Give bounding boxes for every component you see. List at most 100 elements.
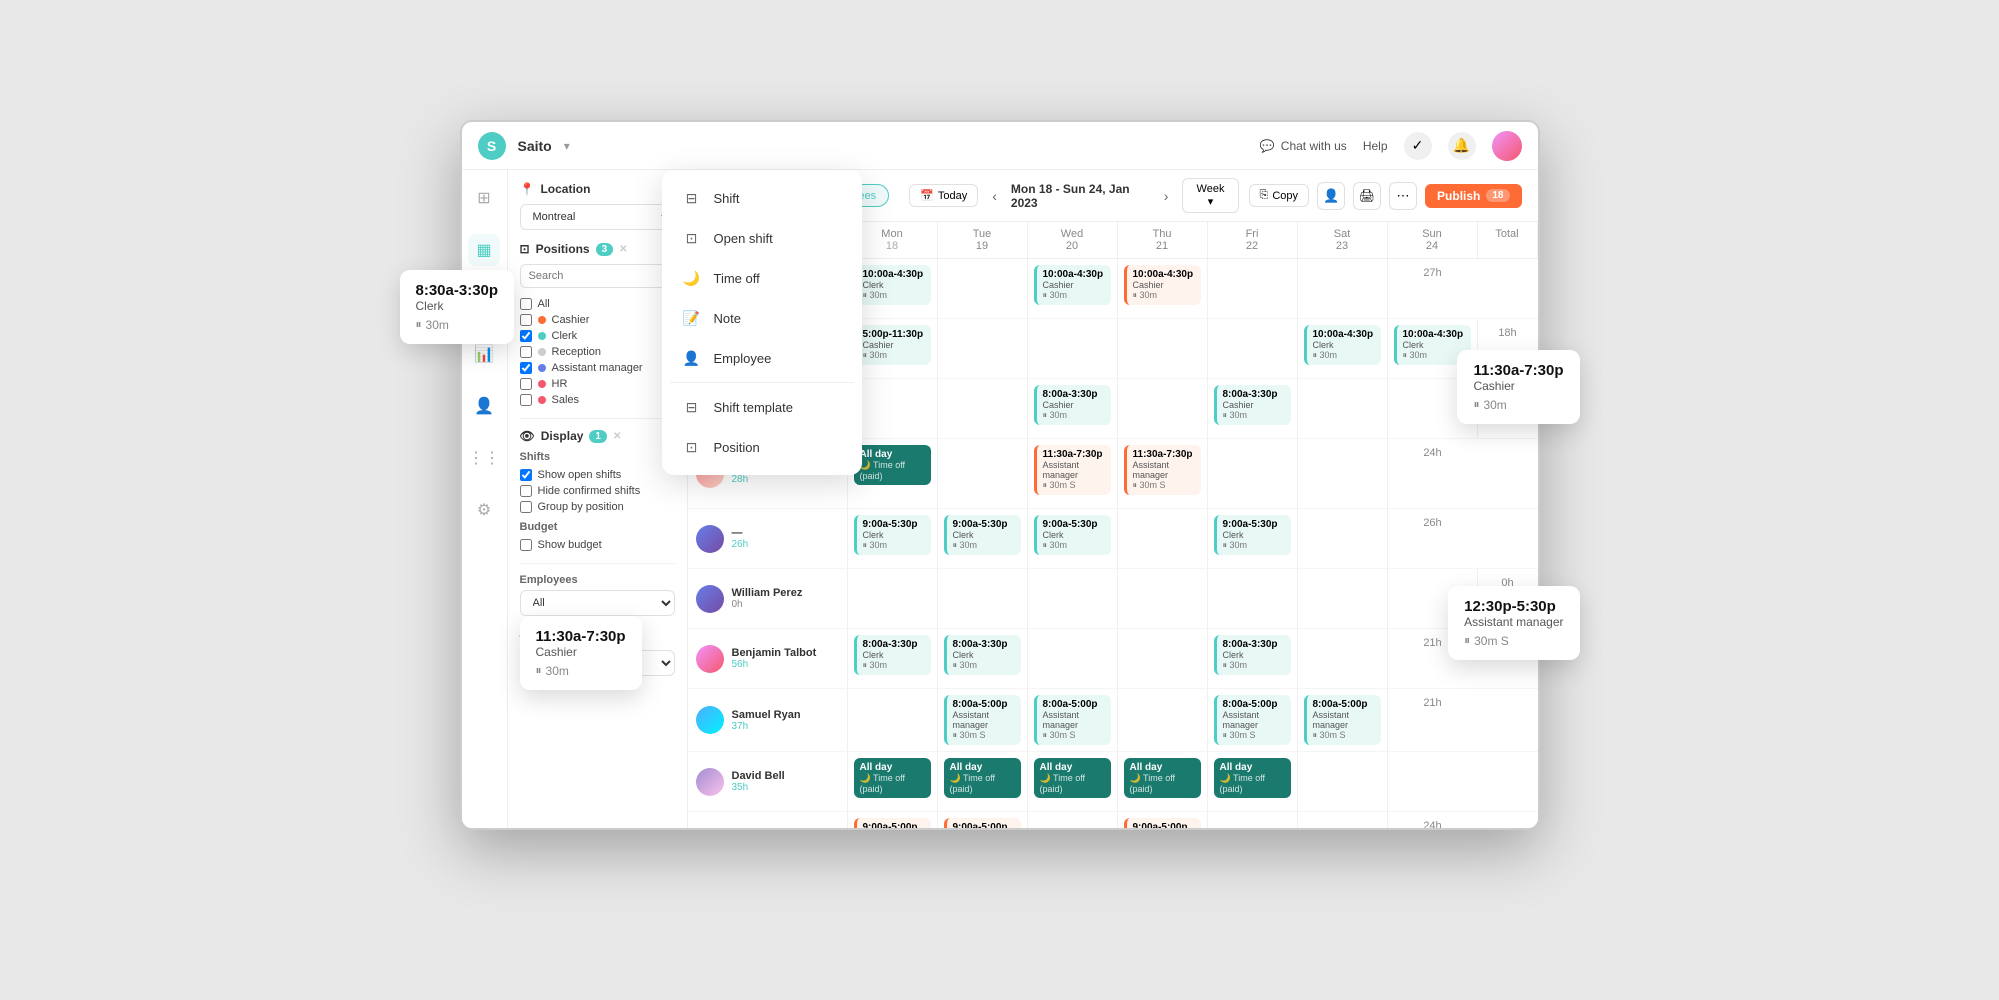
bell-icon-btn[interactable]: 🔔 [1448,132,1476,160]
more-icon-btn[interactable]: ⋯ [1389,182,1417,210]
dropdown-note[interactable]: 📝 Note [688,298,854,338]
sidebar-item-person[interactable]: 👤 [468,390,500,422]
positions-icon: ⊡ [520,242,530,256]
shift-card[interactable]: 9:00a-5:30p Clerk ⏸ 30m [1034,515,1111,555]
chat-button[interactable]: 💬 Chat with us [1260,139,1347,153]
icon-sidebar: ⊞ ▦ 👥 📊 👤 ⋮⋮ ⚙ [462,170,508,828]
show-open-shifts-checkbox[interactable] [520,469,532,481]
header-tue: Tue 19 [938,222,1028,258]
employee-cell: William Perez 0h [688,569,848,628]
shift-card[interactable]: 10:00a-4:30p Cashier ⏸ 30m [1034,265,1111,305]
show-budget[interactable]: Show budget [520,537,675,553]
sidebar-item-home[interactable]: ⊞ [468,182,500,214]
employee-name: William Perez [732,587,839,599]
shift-card[interactable]: 9:00a-5:30p Clerk ⏸ 30m [1214,515,1291,555]
grid-cell: 8:00a-3:30p Clerk ⏸ 30m [938,629,1028,688]
shift-card[interactable]: 11:30a-7:30p Assistant manager ⏸ 30m S [1034,445,1111,495]
positions-section[interactable]: ⊡ Positions 3 ✕ ▾ [520,242,675,256]
grid-cell [938,439,1028,508]
help-button[interactable]: Help [1363,139,1388,153]
dropdown-shift-template[interactable]: ⊟ Shift template [688,387,854,427]
position-sales[interactable]: Sales [520,392,675,408]
prev-week-button[interactable]: ‹ [988,186,1001,206]
position-assistant[interactable]: Assistant manager [520,360,675,376]
calendar-small-icon: 📅 [920,189,934,202]
grid-cell: All day 🌙 Time off (paid) [1208,752,1298,811]
shift-card[interactable]: 8:00a-3:30p Clerk ⏸ 30m [854,635,931,675]
dropdown-position[interactable]: ⊡ Position [688,427,854,467]
group-by-position[interactable]: Group by position [520,499,675,515]
position-assistant-checkbox[interactable] [520,362,532,374]
employees-filter-select[interactable]: All [520,590,675,616]
timeoff-card[interactable]: All day 🌙 Time off (paid) [1124,758,1201,798]
shift-card[interactable]: 8:00a-5:00p Assistant manager ⏸ 30m S [1214,695,1291,745]
today-button[interactable]: 📅 Today [909,184,978,207]
position-clerk[interactable]: Clerk [520,328,675,344]
shift-card[interactable]: 9:00a-5:00p Assistant manager ⏸ 30m S [1124,818,1201,828]
shift-card[interactable]: 9:00a-5:00p Assistant manager ⏸ 30m S [854,818,931,828]
positions-search[interactable] [520,264,675,288]
grid-cell: 9:00a-5:00p Assistant manager ⏸ 30m S [1118,812,1208,828]
employee-hours: 37h [732,721,839,732]
shift-card[interactable]: 8:00a-3:30p Cashier ⏸ 30m [1034,385,1111,425]
position-reception[interactable]: Reception [520,344,675,360]
grid-cell: 8:00a-3:30p Cashier ⏸ 30m [1028,379,1118,438]
dropdown-time-off[interactable]: 🌙 Time off [688,258,854,298]
location-title: 📍 Location [520,182,591,196]
sidebar-item-settings[interactable]: ⚙ [468,494,500,526]
position-cashier[interactable]: Cashier [520,312,675,328]
avatar [696,706,724,734]
position-all-checkbox[interactable] [520,298,532,310]
person-icon-btn[interactable]: 👤 [1317,182,1345,210]
shift-card[interactable]: 8:00a-5:00p Assistant manager ⏸ 30m S [1304,695,1381,745]
shift-card[interactable]: 10:00a-4:30p Clerk ⏸ 30m [854,265,931,305]
week-view-button[interactable]: Week ▾ [1182,178,1238,213]
copy-button[interactable]: ⎘ Copy [1249,184,1310,207]
shift-card[interactable]: 8:00a-3:30p Clerk ⏸ 30m [1214,635,1291,675]
grid-cell: All day 🌙 Time off (paid) [1028,752,1118,811]
print-icon-btn[interactable]: 🖨 [1353,182,1381,210]
shift-card[interactable]: 9:00a-5:30p Clerk ⏸ 30m [944,515,1021,555]
timeoff-card[interactable]: All day 🌙 Time off (paid) [944,758,1021,798]
shift-card[interactable]: 10:00a-4:30p Clerk ⏸ 30m [1304,325,1381,365]
shift-card[interactable]: 10:00a-4:30p Cashier ⏸ 30m [1124,265,1201,305]
sidebar-item-calendar[interactable]: ▦ [468,234,500,266]
dropdown-open-shift[interactable]: ⊡ Open shift [688,218,854,258]
publish-button[interactable]: Publish 18 [1425,184,1521,208]
shift-card[interactable]: 8:00a-3:30p Clerk ⏸ 30m [944,635,1021,675]
position-all[interactable]: All [520,296,675,312]
position-sales-checkbox[interactable] [520,394,532,406]
total-cell: 26h [1388,509,1478,568]
avatar [696,585,724,613]
location-select[interactable]: Montreal [520,204,675,230]
shift-card[interactable]: 9:00a-5:30p Clerk ⏸ 30m [854,515,931,555]
timeoff-card[interactable]: All day 🌙 Time off (paid) [854,445,931,485]
location-icon: 📍 [520,182,535,196]
position-hr-checkbox[interactable] [520,378,532,390]
show-open-shifts[interactable]: Show open shifts [520,467,675,483]
timeoff-card[interactable]: All day 🌙 Time off (paid) [1034,758,1111,798]
shift-card[interactable]: 8:00a-3:30p Cashier ⏸ 30m [1214,385,1291,425]
shift-card[interactable]: 11:30a-7:30p Assistant manager ⏸ 30m S [1124,445,1201,495]
show-budget-checkbox[interactable] [520,539,532,551]
user-avatar[interactable] [1492,131,1522,161]
hide-confirmed-checkbox[interactable] [520,485,532,497]
position-cashier-checkbox[interactable] [520,314,532,326]
dropdown-shift[interactable]: ⊟ Shift [688,178,854,218]
group-by-position-checkbox[interactable] [520,501,532,513]
shift-card[interactable]: 9:00a-5:00p Assistant manager ⏸ 30m S [944,818,1021,828]
hide-confirmed-shifts[interactable]: Hide confirmed shifts [520,483,675,499]
dropdown-employee[interactable]: 👤 Employee [688,338,854,378]
shift-card[interactable]: 8:00a-5:00p Assistant manager ⏸ 30m S [944,695,1021,745]
display-section[interactable]: 👁 Display 1 ✕ ▾ [520,429,675,443]
timeoff-card[interactable]: All day 🌙 Time off (paid) [1214,758,1291,798]
position-hr[interactable]: HR [520,376,675,392]
shift-card[interactable]: 5:00p-11:30p Cashier ⏸ 30m [854,325,931,365]
shift-card[interactable]: 8:00a-5:00p Assistant manager ⏸ 30m S [1034,695,1111,745]
position-reception-checkbox[interactable] [520,346,532,358]
check-icon-btn[interactable]: ✓ [1404,132,1432,160]
position-clerk-checkbox[interactable] [520,330,532,342]
timeoff-card[interactable]: All day 🌙 Time off (paid) [854,758,931,798]
sidebar-item-org[interactable]: ⋮⋮ [468,442,500,474]
next-week-button[interactable]: › [1160,186,1173,206]
